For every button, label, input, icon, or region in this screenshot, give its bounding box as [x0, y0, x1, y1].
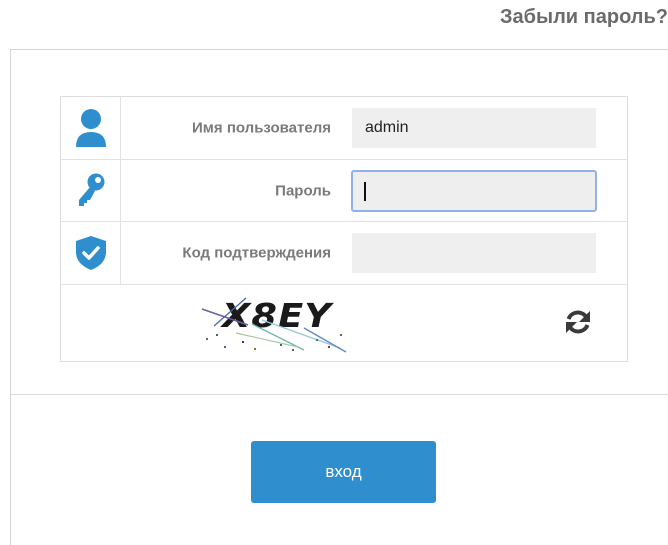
password-label: Пароль: [275, 182, 331, 199]
captcha-code-label: Код подтверждения: [182, 244, 331, 262]
username-row: Имя пользователя: [61, 97, 627, 160]
captcha-image[interactable]: X8EY: [194, 290, 352, 356]
shield-icon-cell: [61, 222, 121, 284]
password-row: Пароль: [61, 160, 627, 222]
refresh-icon: [566, 310, 590, 334]
user-icon-cell: [61, 97, 121, 159]
username-input[interactable]: [352, 108, 596, 148]
text-caret: [364, 182, 366, 201]
login-panel: Имя пользователя Пароль: [10, 49, 668, 545]
panel-divider: [11, 394, 668, 395]
captcha-row: X8EY: [61, 285, 627, 361]
login-button[interactable]: вход: [251, 441, 436, 503]
refresh-captcha-button[interactable]: [559, 303, 597, 341]
login-form: Имя пользователя Пароль: [60, 96, 628, 362]
captcha-text: X8EY: [220, 296, 335, 335]
login-page: Забыли пароль? Имя пользователя admin Па…: [0, 0, 668, 545]
forgot-password-link[interactable]: Забыли пароль?: [500, 6, 668, 29]
key-icon-cell: [61, 160, 121, 221]
key-icon: [78, 173, 104, 206]
captcha-code-row: Код подтверждения: [61, 222, 627, 285]
password-input[interactable]: [351, 170, 597, 212]
captcha-code-input[interactable]: [352, 233, 596, 273]
username-label: Имя пользователя: [192, 119, 331, 137]
shield-check-icon: [75, 236, 106, 270]
user-icon: [75, 109, 106, 147]
